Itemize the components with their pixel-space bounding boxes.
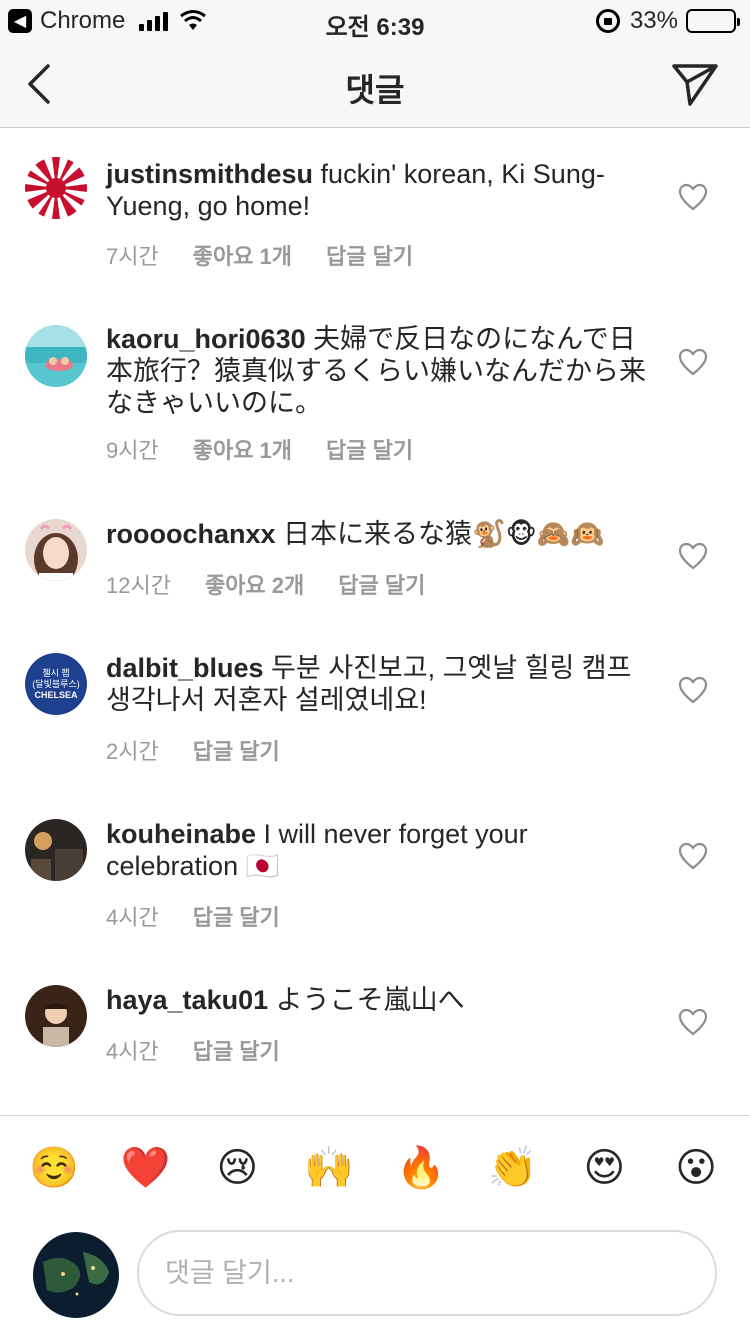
emoji-clapping-button[interactable]: 👏 bbox=[483, 1138, 543, 1198]
child-photo-image bbox=[25, 985, 87, 1047]
emoji-surprised-button[interactable]: 😮 bbox=[666, 1138, 726, 1198]
emoji-crying-button[interactable]: 😢 bbox=[207, 1138, 267, 1198]
comment-time: 12시간 bbox=[106, 573, 171, 598]
reply-button[interactable]: 답글 달기 bbox=[326, 433, 413, 465]
woman-portrait-image bbox=[25, 519, 87, 581]
comment-text-block: haya_taku01 ようこそ嵐山へ bbox=[106, 984, 646, 1016]
reply-button[interactable]: 답글 달기 bbox=[193, 1034, 280, 1066]
reply-button[interactable]: 답글 달기 bbox=[193, 900, 280, 932]
comment-username[interactable]: roooochanxx bbox=[106, 519, 276, 549]
comment-text: ようこそ嵐山へ bbox=[275, 985, 465, 1015]
avatar-line-1: 첼시 팹 bbox=[42, 667, 70, 678]
nav-bar: 댓글 bbox=[0, 40, 750, 128]
reply-button[interactable]: 답글 달기 bbox=[326, 239, 413, 271]
comment-time: 9시간 bbox=[106, 438, 159, 463]
emoji-heart-eyes-button[interactable]: 😍 bbox=[574, 1138, 634, 1198]
heart-icon[interactable] bbox=[678, 183, 708, 211]
comment-meta: 7시간 좋아요 1개 답글 달기 bbox=[106, 239, 413, 271]
comment-meta: 4시간 답글 달기 bbox=[106, 1034, 280, 1066]
comment-text-block: roooochanxx 日本に来るな猿🐒🐵🙈🙉 bbox=[106, 518, 646, 550]
comment-item: haya_taku01 ようこそ嵐山へ 4시간 답글 달기 bbox=[0, 970, 750, 1110]
comment-text-block: kouheinabe I will never forget your cele… bbox=[106, 818, 646, 882]
avatar[interactable] bbox=[25, 819, 87, 881]
comment-item: 첼시 팹 (달빛블루스) CHELSEA dalbit_blues 두분 사진보… bbox=[0, 638, 750, 804]
comment-time: 4시간 bbox=[106, 905, 159, 930]
avatar-line-3: CHELSEA bbox=[34, 689, 78, 700]
avatar-line-2: (달빛블루스) bbox=[32, 678, 80, 689]
comment-item: kaoru_hori0630 夫婦で反日なのになんで日本旅行？猿真似するくらい嫌… bbox=[0, 309, 750, 504]
heart-icon[interactable] bbox=[678, 542, 708, 570]
battery-icon bbox=[686, 9, 740, 33]
emoji-quick-bar: ☺️ ❤️ 😢 🙌 🔥 👏 😍 😮 bbox=[0, 1115, 750, 1220]
heart-icon[interactable] bbox=[678, 1008, 708, 1036]
comment-input[interactable] bbox=[137, 1230, 717, 1316]
like-count[interactable]: 좋아요 1개 bbox=[193, 239, 292, 271]
beach-photo-image bbox=[25, 325, 87, 387]
comment-text: 日本に来るな猿🐒🐵🙈🙉 bbox=[283, 519, 605, 549]
emoji-smiling-button[interactable]: ☺️ bbox=[24, 1138, 84, 1198]
emoji-heart-button[interactable]: ❤️ bbox=[116, 1138, 176, 1198]
night-photo-image bbox=[25, 819, 87, 881]
comment-username[interactable]: haya_taku01 bbox=[106, 985, 268, 1015]
direct-send-icon[interactable] bbox=[670, 60, 720, 108]
heart-icon[interactable] bbox=[678, 348, 708, 376]
chelsea-avatar-text: 첼시 팹 (달빛블루스) CHELSEA bbox=[25, 653, 87, 715]
comment-username[interactable]: kouheinabe bbox=[106, 819, 256, 849]
like-count[interactable]: 좋아요 1개 bbox=[193, 433, 292, 465]
avatar[interactable] bbox=[25, 157, 87, 219]
comment-item: kouheinabe I will never forget your cele… bbox=[0, 804, 750, 970]
comment-username[interactable]: justinsmithdesu bbox=[106, 159, 313, 189]
comment-time: 2시간 bbox=[106, 739, 159, 764]
comment-meta: 9시간 좋아요 1개 답글 달기 bbox=[106, 433, 413, 465]
comment-composer bbox=[0, 1228, 750, 1328]
emoji-fire-button[interactable]: 🔥 bbox=[391, 1138, 451, 1198]
emoji-raised-hands-button[interactable]: 🙌 bbox=[299, 1138, 359, 1198]
status-bar: ◀ Chrome 오전 6:39 33% bbox=[0, 0, 750, 41]
comment-meta: 12시간 좋아요 2개 답글 달기 bbox=[106, 568, 425, 600]
like-count[interactable]: 좋아요 2개 bbox=[205, 568, 304, 600]
comment-meta: 2시간 답글 달기 bbox=[106, 734, 280, 766]
reply-button[interactable]: 답글 달기 bbox=[338, 568, 425, 600]
battery-percent: 33% bbox=[629, 7, 678, 34]
heart-icon[interactable] bbox=[678, 842, 708, 870]
earth-night-image bbox=[33, 1232, 119, 1318]
comment-text-block: dalbit_blues 두분 사진보고, 그옛날 힐링 캠프 생각나서 저혼자… bbox=[106, 652, 646, 716]
rotation-lock-icon bbox=[595, 9, 620, 33]
avatar[interactable] bbox=[25, 519, 87, 581]
rising-sun-flag-image bbox=[25, 157, 87, 219]
comment-time: 7시간 bbox=[106, 244, 159, 269]
page-title: 댓글 bbox=[345, 72, 405, 108]
comment-item: roooochanxx 日本に来るな猿🐒🐵🙈🙉 12시간 좋아요 2개 답글 달… bbox=[0, 504, 750, 638]
comment-time: 4시간 bbox=[106, 1039, 159, 1064]
comment-meta: 4시간 답글 달기 bbox=[106, 900, 280, 932]
comment-item: justinsmithdesu fuckin' korean, Ki Sung-… bbox=[0, 129, 750, 309]
avatar[interactable] bbox=[25, 985, 87, 1047]
comment-username[interactable]: kaoru_hori0630 bbox=[106, 324, 306, 354]
avatar[interactable] bbox=[25, 325, 87, 387]
my-avatar[interactable] bbox=[33, 1232, 119, 1318]
heart-icon[interactable] bbox=[678, 676, 708, 704]
comment-text-block: justinsmithdesu fuckin' korean, Ki Sung-… bbox=[106, 158, 646, 222]
comment-username[interactable]: dalbit_blues bbox=[106, 653, 264, 683]
avatar[interactable]: 첼시 팹 (달빛블루스) CHELSEA bbox=[25, 653, 87, 715]
comment-text-block: kaoru_hori0630 夫婦で反日なのになんで日本旅行？猿真似するくらい嫌… bbox=[106, 323, 646, 419]
reply-button[interactable]: 답글 달기 bbox=[193, 734, 280, 766]
